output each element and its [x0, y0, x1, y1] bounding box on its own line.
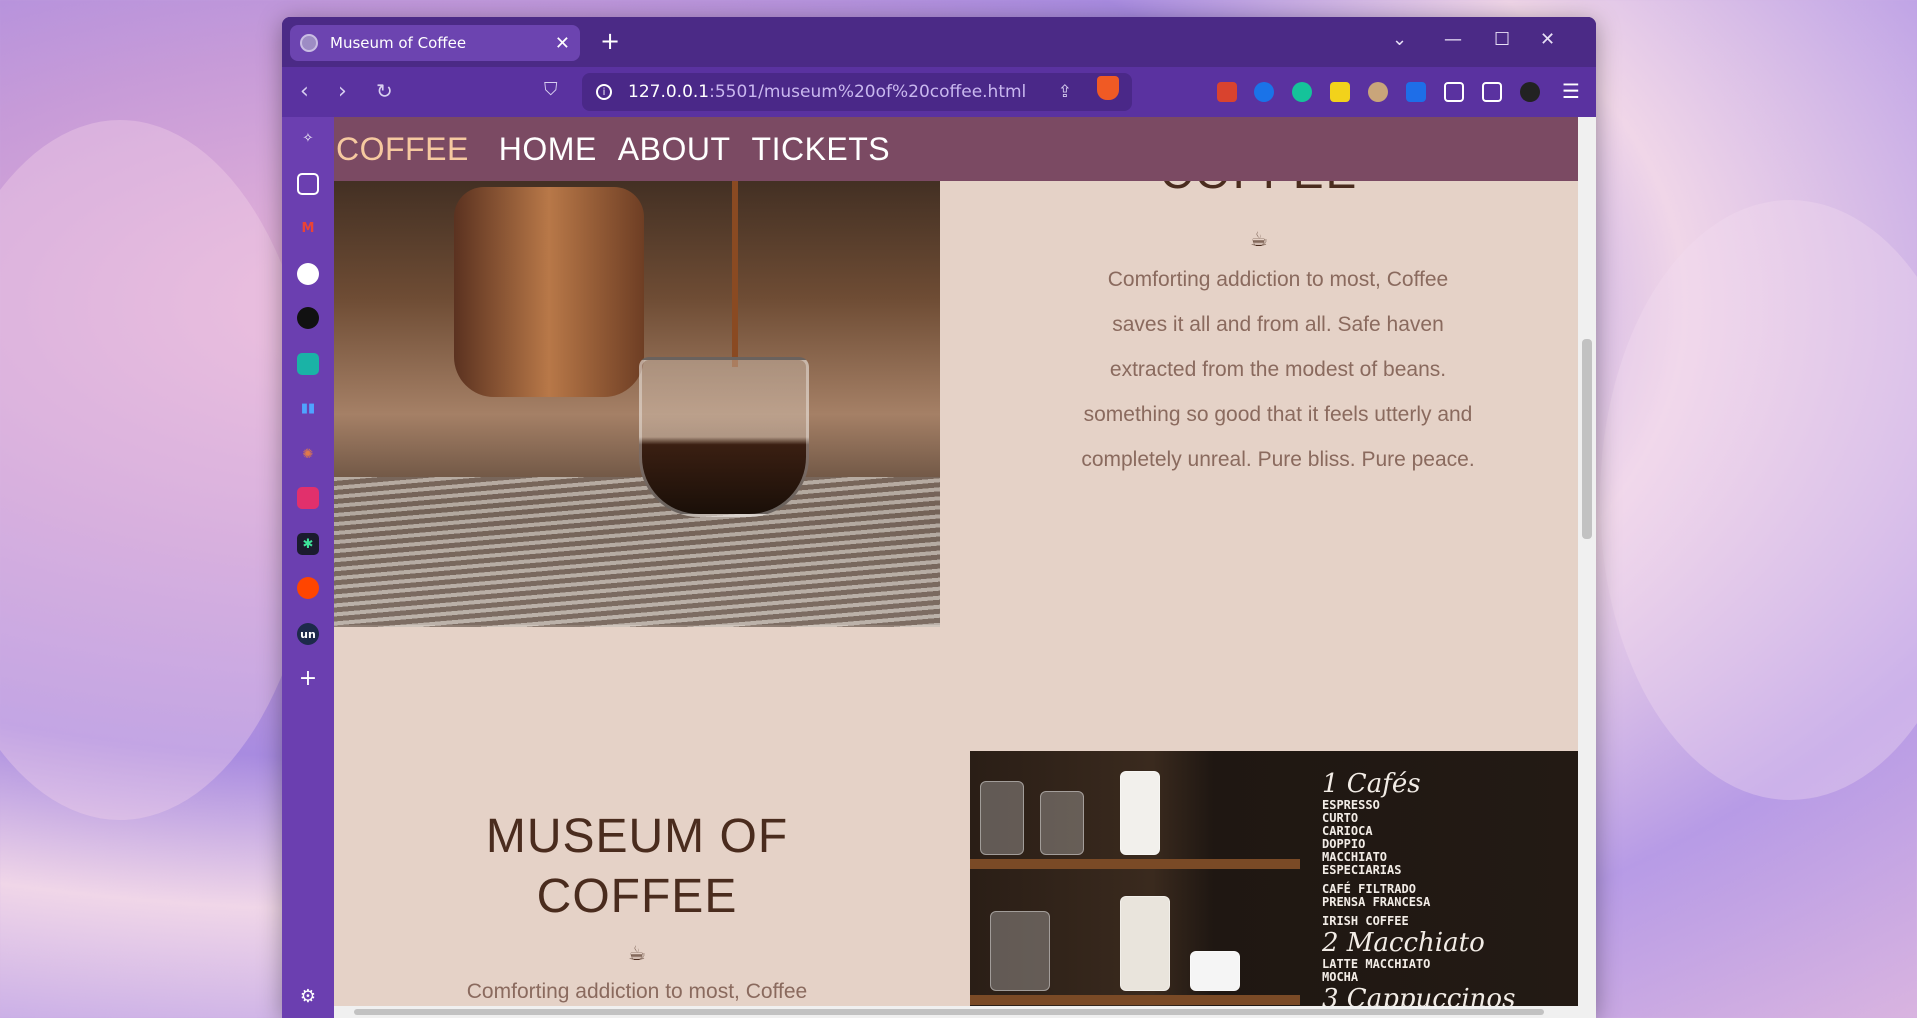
jar-shape — [990, 911, 1050, 991]
coffee-bag-shape — [1120, 771, 1160, 855]
coffee-bag-shape — [1120, 896, 1170, 991]
menu-heading-2: 2 Macchiato — [1322, 928, 1485, 958]
coffee-cup-icon: ☕ — [1250, 227, 1268, 251]
claude-icon[interactable]: ✺ — [297, 443, 319, 465]
tab-active[interactable]: Museum of Coffee ✕ — [290, 25, 580, 61]
leo-ai-icon[interactable]: ✧ — [297, 127, 319, 149]
tab-title: Museum of Coffee — [330, 34, 467, 52]
browser-window: Museum of Coffee ✕ + ⌄ — ☐ ✕ ‹ › ↻ ⛉ i 1… — [282, 17, 1596, 1018]
reading-list-icon[interactable] — [297, 173, 319, 195]
page-viewport: COFFEE ☕ Comforting addiction to most, C… — [334, 117, 1596, 1018]
close-window-button[interactable]: ✕ — [1540, 29, 1555, 50]
back-button[interactable]: ‹ — [300, 79, 309, 104]
toolbar: ‹ › ↻ ⛉ i 127.0.0.1 :5501/museum%20of%20… — [282, 67, 1596, 117]
jar-shape — [980, 781, 1024, 855]
extension-icon-5[interactable] — [1368, 82, 1388, 102]
cup-shape — [1190, 951, 1240, 991]
menu-item: MOCHA — [1322, 970, 1359, 984]
shelf-shape — [970, 995, 1300, 1005]
sidebar-settings-icon[interactable]: ⚙ — [297, 985, 319, 1007]
museum-title-line1: MUSEUM OF — [485, 810, 789, 863]
site-navbar: COFFEE HOME ABOUT TICKETS — [334, 117, 1578, 181]
instagram-icon[interactable] — [297, 487, 319, 509]
nav-home[interactable]: HOME — [499, 131, 597, 168]
extensions-puzzle-icon[interactable] — [1444, 82, 1464, 102]
museum-title-line2: COFFEE — [536, 870, 738, 923]
menu-item: IRISH COFFEE — [1322, 914, 1409, 928]
menu-item: PRENSA FRANCESA — [1322, 895, 1431, 909]
close-tab-icon[interactable]: ✕ — [555, 33, 570, 54]
tab-search-icon[interactable]: ⌄ — [1392, 29, 1407, 50]
shelf-shape — [970, 859, 1300, 869]
globe-icon — [300, 34, 318, 52]
unstop-icon[interactable]: un — [297, 623, 319, 645]
extension-icon-1[interactable] — [1217, 82, 1237, 102]
museum-section: MUSEUM OF COFFEE ☕ Comforting addiction … — [334, 807, 940, 1014]
jar-shape — [1040, 791, 1084, 855]
perplexity-icon[interactable]: ✱ — [297, 533, 319, 555]
coffee-cup-icon: ☕ — [628, 941, 646, 965]
menu-item: ESPECIARIAS — [1322, 863, 1402, 877]
menu-heading-1: 1 Cafés — [1322, 769, 1421, 799]
grammarly-icon[interactable] — [1292, 82, 1312, 102]
scroll-thumb[interactable] — [354, 1009, 1544, 1015]
reddit-icon[interactable] — [297, 577, 319, 599]
nav-about[interactable]: ABOUT — [618, 131, 731, 168]
kettle-shape — [454, 187, 644, 397]
profile-avatar[interactable] — [1520, 82, 1540, 102]
minimize-button[interactable]: — — [1444, 29, 1462, 50]
glass-cup-shape — [639, 357, 809, 517]
app-icon-dark[interactable] — [297, 307, 319, 329]
reload-button[interactable]: ↻ — [376, 79, 393, 103]
app-icon-teal[interactable] — [297, 353, 319, 375]
nav-tickets[interactable]: TICKETS — [752, 131, 891, 168]
sidebar-toggle-icon[interactable] — [1482, 82, 1502, 102]
machine-grate-shape — [334, 477, 940, 627]
new-tab-button[interactable]: + — [600, 27, 620, 55]
extension-icon-6[interactable] — [1406, 82, 1426, 102]
gmail-icon[interactable]: M — [297, 217, 319, 239]
add-panel-icon[interactable]: + — [297, 666, 319, 691]
site-info-icon[interactable]: i — [596, 84, 612, 100]
address-bar[interactable]: i 127.0.0.1 :5501/museum%20of%20coffee.h… — [582, 73, 1132, 111]
scroll-thumb[interactable] — [1582, 339, 1592, 539]
forward-button[interactable]: › — [338, 79, 347, 104]
url-host: 127.0.0.1 — [628, 82, 710, 102]
coffee-stream-shape — [732, 157, 738, 367]
chalkboard-menu: 1 Cafés ESPRESSO CURTO CARIOCA DOPPIO MA… — [1322, 769, 1515, 1014]
nav-brand[interactable]: COFFEE — [336, 131, 469, 168]
cafe-chalkboard-photo: 1 Cafés ESPRESSO CURTO CARIOCA DOPPIO MA… — [970, 751, 1578, 1018]
intro-paragraph: Comforting addiction to most, Coffee sav… — [1081, 268, 1475, 471]
horizontal-scrollbar[interactable] — [334, 1006, 1578, 1018]
url-path: :5501/museum%20of%20coffee.html — [709, 82, 1027, 102]
extension-icon-4[interactable] — [1330, 82, 1350, 102]
bookmark-icon[interactable]: ⛉ — [544, 79, 558, 100]
browser-sidebar: ✧ M ▮▮ ✺ ✱ un + ⚙ — [282, 117, 334, 1018]
maximize-button[interactable]: ☐ — [1494, 29, 1510, 50]
tab-bar: Museum of Coffee ✕ + ⌄ — ☐ ✕ — [282, 17, 1596, 67]
vertical-scrollbar[interactable] — [1578, 117, 1596, 1018]
menu-icon[interactable]: ☰ — [1562, 79, 1580, 103]
extension-icon-2[interactable] — [1254, 82, 1274, 102]
coffee-pour-photo — [334, 157, 940, 627]
app-icon-blocks[interactable]: ▮▮ — [297, 397, 319, 419]
chatgpt-icon[interactable] — [297, 263, 319, 285]
brave-shields-icon[interactable] — [1097, 76, 1119, 100]
share-icon[interactable]: ⇪ — [1058, 82, 1072, 102]
